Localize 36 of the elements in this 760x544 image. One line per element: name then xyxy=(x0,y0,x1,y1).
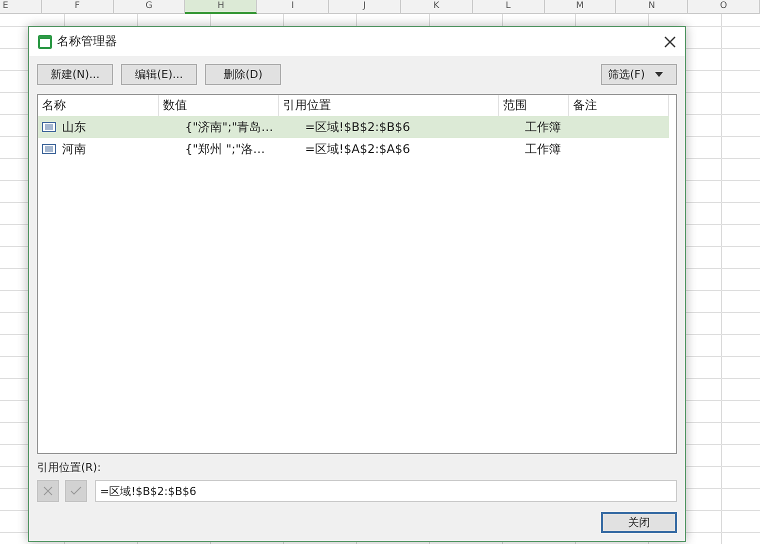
column-header[interactable]: M xyxy=(544,0,616,14)
name-row[interactable]: 山东 {"济南";"青岛… =区域!$B$2:$B$6 工作簿 xyxy=(38,116,669,138)
window-title: 名称管理器 xyxy=(57,33,118,50)
table-cell: =区域!$B$2:$B$6 xyxy=(305,118,410,136)
toolbar-button[interactable]: 新建(N)... xyxy=(37,64,113,85)
column-header[interactable]: F xyxy=(42,0,114,14)
table-cell: =区域!$A$2:$A$6 xyxy=(305,140,410,158)
name-icon xyxy=(42,122,56,132)
column-header[interactable]: L xyxy=(472,0,544,14)
column-header[interactable]: O xyxy=(688,0,760,14)
column-header[interactable]: I xyxy=(257,0,330,14)
close-button[interactable]: 关闭 xyxy=(601,512,677,533)
column-header[interactable]: J xyxy=(329,0,401,14)
app-icon xyxy=(37,34,53,50)
caret-icon xyxy=(654,72,663,77)
table-cell: 河南 xyxy=(62,140,86,158)
filter-button[interactable]: 筛选(F) xyxy=(601,64,677,85)
toolbar-button[interactable]: 删除(D) xyxy=(205,64,281,85)
cancel-icon xyxy=(43,486,53,496)
input-field[interactable]: =区域!$B$2:$B$6 xyxy=(95,480,677,502)
field-label: 引用位置(R): xyxy=(37,460,102,475)
table-cell: 工作簿 xyxy=(525,140,561,158)
column-header[interactable]: N xyxy=(616,0,688,14)
table-cell: {"郑州 ";"洛… xyxy=(185,140,266,158)
table-cell: {"济南";"青岛… xyxy=(185,118,274,136)
column-header[interactable]: E xyxy=(0,0,42,14)
column-header[interactable]: H xyxy=(185,0,258,14)
column-header[interactable]: K xyxy=(400,0,473,14)
table-cell: 工作簿 xyxy=(525,118,561,136)
confirm-button[interactable] xyxy=(65,480,87,502)
check-icon xyxy=(70,486,82,496)
cancel-button[interactable] xyxy=(37,480,59,502)
name-icon xyxy=(42,144,56,154)
toolbar-button[interactable]: 编辑(E)... xyxy=(121,64,197,85)
close-icon[interactable] xyxy=(663,34,677,48)
table-cell: 山东 xyxy=(62,118,86,136)
